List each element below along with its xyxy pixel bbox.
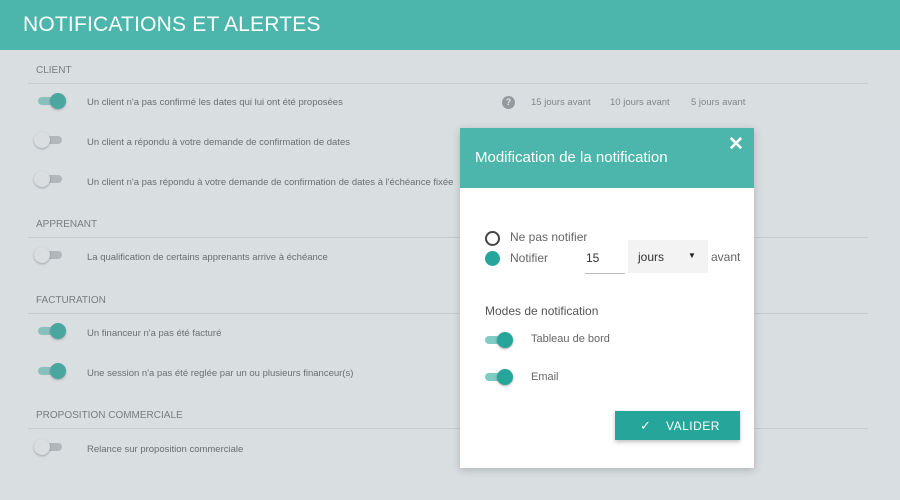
unit-select[interactable]: jours ▼ — [628, 240, 708, 273]
radio-no-notify[interactable] — [485, 231, 500, 246]
modal-backdrop[interactable] — [0, 50, 900, 500]
close-icon[interactable]: ✕ — [726, 135, 746, 155]
radio-notify-label: Notifier — [510, 251, 549, 265]
modes-title: Modes de notification — [485, 304, 599, 318]
toggle-email[interactable] — [483, 368, 513, 386]
radio-notify[interactable] — [485, 251, 500, 266]
mode-email-label: Email — [531, 371, 559, 383]
toggle-dashboard[interactable] — [483, 331, 513, 349]
unit-select-value: jours — [638, 250, 665, 264]
check-icon: ✓ — [640, 418, 652, 433]
days-input[interactable] — [585, 242, 625, 274]
mode-dashboard-label: Tableau de bord — [531, 333, 610, 345]
validate-button[interactable]: ✓ VALIDER — [615, 411, 740, 440]
modal-header: Modification de la notification ✕ — [460, 128, 754, 188]
suffix-label: avant — [711, 250, 741, 264]
page-header: NOTIFICATIONS ET ALERTES — [0, 0, 900, 50]
modal-title: Modification de la notification — [475, 149, 668, 166]
page-title: NOTIFICATIONS ET ALERTES — [23, 13, 321, 36]
caret-down-icon: ▼ — [688, 251, 696, 260]
notification-modal: Modification de la notification ✕ Ne pas… — [460, 128, 754, 468]
validate-label: VALIDER — [666, 419, 720, 433]
radio-no-notify-label: Ne pas notifier — [510, 230, 588, 244]
